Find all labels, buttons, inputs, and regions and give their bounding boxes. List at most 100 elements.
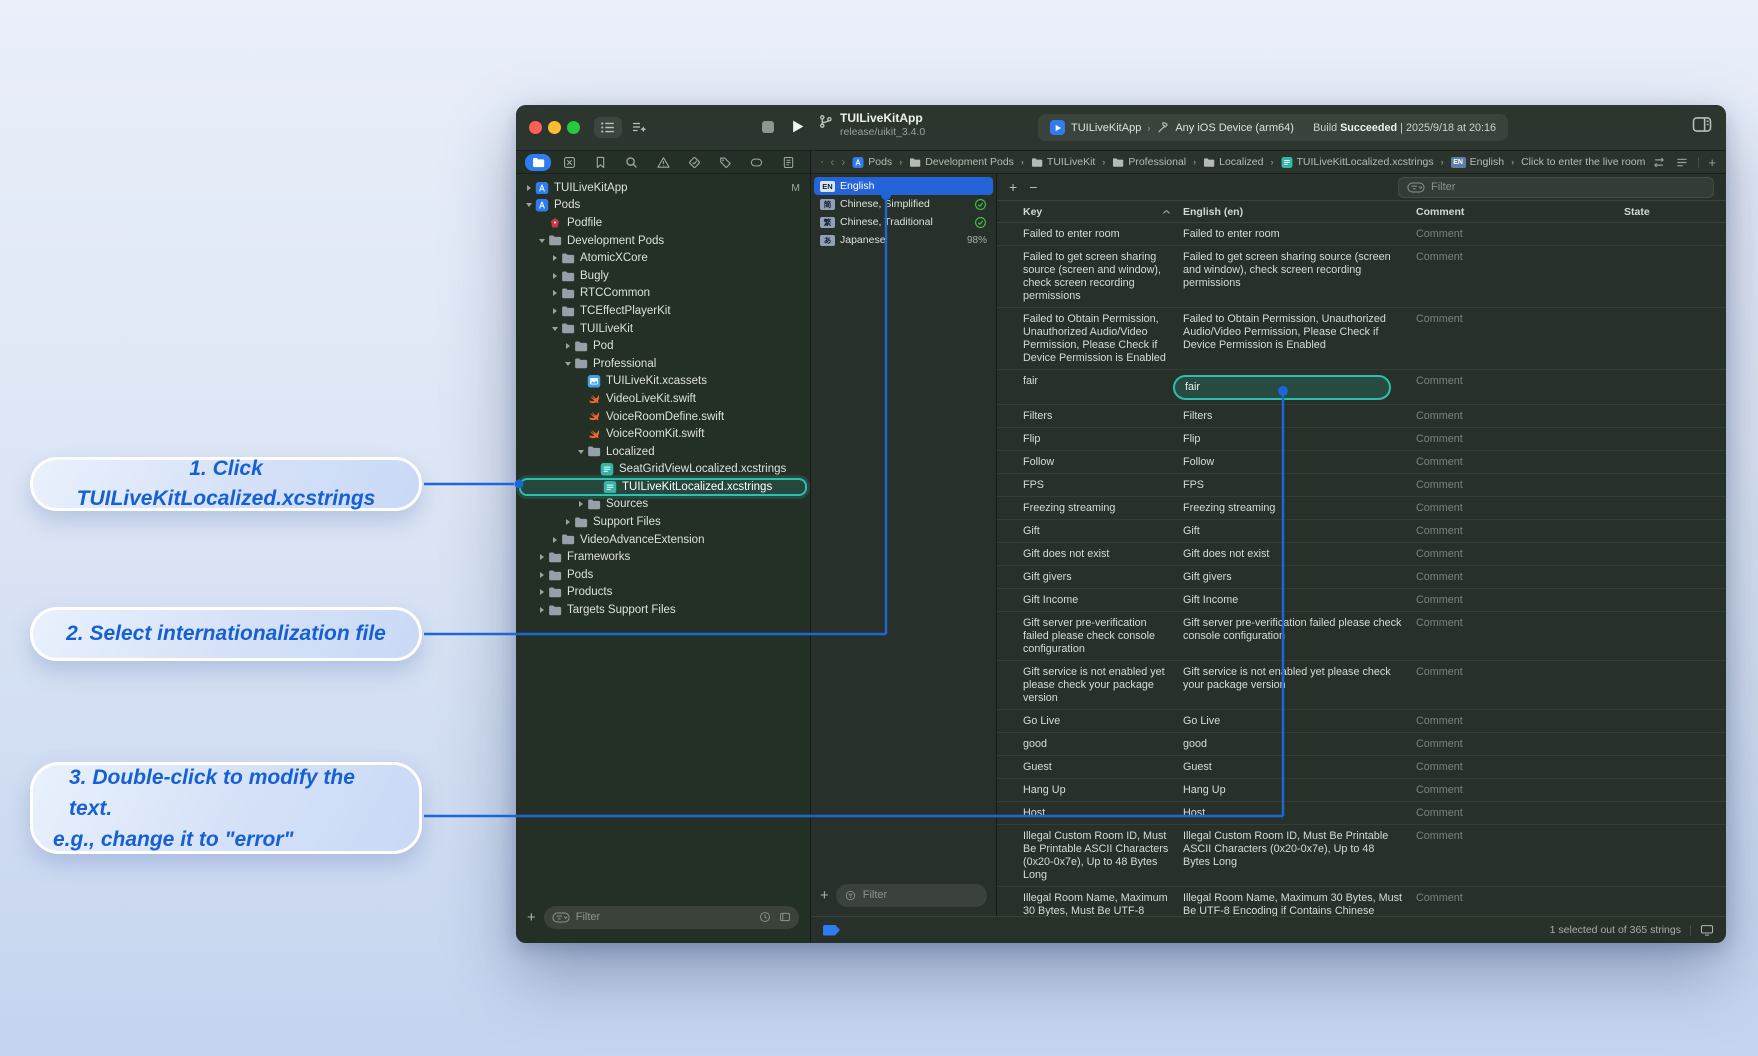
forward-button[interactable]: ›	[841, 155, 845, 169]
string-key-cell[interactable]: Gift does not exist	[997, 548, 1183, 561]
navigator-list-button[interactable]	[594, 117, 622, 138]
string-comment-cell[interactable]: Comment	[1416, 738, 1624, 751]
string-key-cell[interactable]: Failed to get screen sharing source (scr…	[997, 251, 1183, 303]
string-english-cell[interactable]: Gift	[1183, 525, 1416, 538]
breadcrumb-item-development-pods[interactable]: Development Pods	[909, 156, 1014, 168]
string-english-cell[interactable]: Flip	[1183, 433, 1416, 446]
string-english-cell[interactable]: Follow	[1183, 456, 1416, 469]
column-comment[interactable]: Comment	[1416, 206, 1624, 218]
add-string-button[interactable]: +	[1708, 155, 1716, 170]
tree-item-bugly[interactable]: Bugly	[516, 267, 810, 285]
flag-filter-icon[interactable]	[779, 911, 791, 923]
inspector-toggle-button[interactable]	[1691, 116, 1713, 133]
string-comment-cell[interactable]: Comment	[1416, 761, 1624, 774]
tree-item-pods[interactable]: Pods	[516, 566, 810, 584]
string-key-cell[interactable]: Gift givers	[997, 571, 1183, 584]
string-english-cell[interactable]: FPS	[1183, 479, 1416, 492]
string-key-cell[interactable]: Gift Income	[997, 594, 1183, 607]
find-navigator-tab[interactable]	[619, 154, 645, 171]
chevron-closed-icon[interactable]	[550, 255, 560, 261]
string-row-gift-income[interactable]: Gift IncomeGift IncomeComment	[997, 589, 1726, 612]
tree-item-voiceroomkit-swift[interactable]: VoiceRoomKit.swift	[516, 425, 810, 443]
string-row-follow[interactable]: FollowFollowComment	[997, 451, 1726, 474]
close-window-button[interactable]	[529, 121, 542, 134]
string-row-gift-server-pre-verification-failed-plea[interactable]: Gift server pre-verification failed plea…	[997, 612, 1726, 661]
string-english-cell[interactable]: Host	[1183, 807, 1416, 820]
tree-item-pods[interactable]: Pods	[516, 197, 810, 215]
add-editor-button[interactable]	[626, 117, 652, 138]
string-row-gift-does-not-exist[interactable]: Gift does not existGift does not existCo…	[997, 543, 1726, 566]
display-icon[interactable]	[1700, 924, 1714, 936]
string-comment-cell[interactable]: Comment	[1416, 456, 1624, 469]
string-comment-cell[interactable]: Comment	[1416, 807, 1624, 820]
breadcrumb-item-localized[interactable]: Localized	[1203, 156, 1263, 168]
remove-row-button[interactable]: −	[1029, 179, 1037, 195]
tree-item-products[interactable]: Products	[516, 584, 810, 602]
string-row-filters[interactable]: FiltersFiltersComment	[997, 405, 1726, 428]
string-comment-cell[interactable]: Comment	[1416, 617, 1624, 630]
string-key-cell[interactable]: Illegal Custom Room ID, Must Be Printabl…	[997, 830, 1183, 882]
chevron-closed-icon[interactable]	[550, 308, 560, 314]
string-row-flip[interactable]: FlipFlipComment	[997, 428, 1726, 451]
scheme-name[interactable]: TUILiveKitApp	[1071, 122, 1141, 134]
string-comment-cell[interactable]: Comment	[1416, 715, 1624, 728]
zoom-window-button[interactable]	[567, 121, 580, 134]
breadcrumb-item-tuilivekitlocalized-xcstrings[interactable]: TUILiveKitLocalized.xcstrings	[1281, 156, 1434, 168]
tree-item-tuilivekit-xcassets[interactable]: TUILiveKit.xcassets	[516, 373, 810, 391]
run-destination[interactable]: Any iOS Device (arm64)	[1175, 122, 1294, 134]
chevron-closed-icon[interactable]	[550, 537, 560, 543]
string-key-cell[interactable]: Failed to enter room	[997, 228, 1183, 241]
string-key-cell[interactable]: good	[997, 738, 1183, 751]
tree-item-support-files[interactable]: Support Files	[516, 513, 810, 531]
chevron-closed-icon[interactable]	[537, 554, 547, 560]
column-key[interactable]: Key	[997, 206, 1183, 218]
tree-item-localized[interactable]: Localized	[516, 443, 810, 461]
tree-item-pod[interactable]: Pod	[516, 337, 810, 355]
string-comment-cell[interactable]: Comment	[1416, 251, 1624, 264]
scheme-selector[interactable]: TUILiveKitApp › Any iOS Device (arm64) B…	[1038, 114, 1508, 141]
run-button[interactable]	[790, 118, 805, 135]
string-row-hang-up[interactable]: Hang UpHang UpComment	[997, 779, 1726, 802]
chevron-closed-icon[interactable]	[550, 273, 560, 279]
string-key-cell[interactable]: Gift	[997, 525, 1183, 538]
lines-icon[interactable]	[1675, 157, 1689, 168]
string-english-cell[interactable]: Failed to enter room	[1183, 228, 1416, 241]
chevron-closed-icon[interactable]	[537, 572, 547, 578]
string-english-cell[interactable]: Gift does not exist	[1183, 548, 1416, 561]
clock-icon[interactable]	[759, 911, 771, 923]
string-english-cell[interactable]: Illegal Room Name, Maximum 30 Bytes, Mus…	[1183, 892, 1416, 917]
chevron-closed-icon[interactable]	[524, 185, 534, 191]
chevron-open-icon[interactable]	[550, 327, 560, 331]
string-key-cell[interactable]: Guest	[997, 761, 1183, 774]
chevron-closed-icon[interactable]	[537, 607, 547, 613]
report-navigator-tab[interactable]	[775, 154, 801, 171]
string-row-good[interactable]: goodgoodComment	[997, 733, 1726, 756]
chevron-closed-icon[interactable]	[563, 343, 573, 349]
breadcrumb-item-click-to-enter-the-live-room[interactable]: Click to enter the live room	[1521, 156, 1645, 168]
column-state[interactable]: State	[1624, 206, 1726, 218]
string-row-guest[interactable]: GuestGuestComment	[997, 756, 1726, 779]
tree-item-targets-support-files[interactable]: Targets Support Files	[516, 601, 810, 619]
string-row-fair[interactable]: fairfairComment	[997, 370, 1726, 405]
string-key-cell[interactable]: Gift service is not enabled yet please c…	[997, 666, 1183, 705]
tree-item-videoadvanceextension[interactable]: VideoAdvanceExtension	[516, 531, 810, 549]
string-row-host[interactable]: HostHostComment	[997, 802, 1726, 825]
string-key-cell[interactable]: Go Live	[997, 715, 1183, 728]
string-comment-cell[interactable]: Comment	[1416, 479, 1624, 492]
string-comment-cell[interactable]: Comment	[1416, 571, 1624, 584]
string-english-cell[interactable]: Failed to get screen sharing source (scr…	[1183, 251, 1416, 290]
breadcrumb-item-tuilivekit[interactable]: TUILiveKit	[1031, 156, 1095, 168]
chevron-open-icon[interactable]	[524, 203, 534, 207]
string-comment-cell[interactable]: Comment	[1416, 313, 1624, 326]
back-button[interactable]: ‹	[830, 155, 834, 169]
language-filter-field[interactable]: Filter	[836, 884, 987, 907]
string-comment-cell[interactable]: Comment	[1416, 525, 1624, 538]
string-comment-cell[interactable]: Comment	[1416, 594, 1624, 607]
stop-button[interactable]	[762, 121, 774, 133]
string-comment-cell[interactable]: Comment	[1416, 892, 1624, 905]
navigator-add-button[interactable]: +	[527, 910, 536, 925]
highlighted-string-value[interactable]: fair	[1173, 375, 1391, 400]
navigator-filter-field[interactable]: Filter	[544, 906, 799, 929]
string-english-cell[interactable]: Gift server pre-verification failed plea…	[1183, 617, 1416, 643]
string-english-cell[interactable]: Gift Income	[1183, 594, 1416, 607]
